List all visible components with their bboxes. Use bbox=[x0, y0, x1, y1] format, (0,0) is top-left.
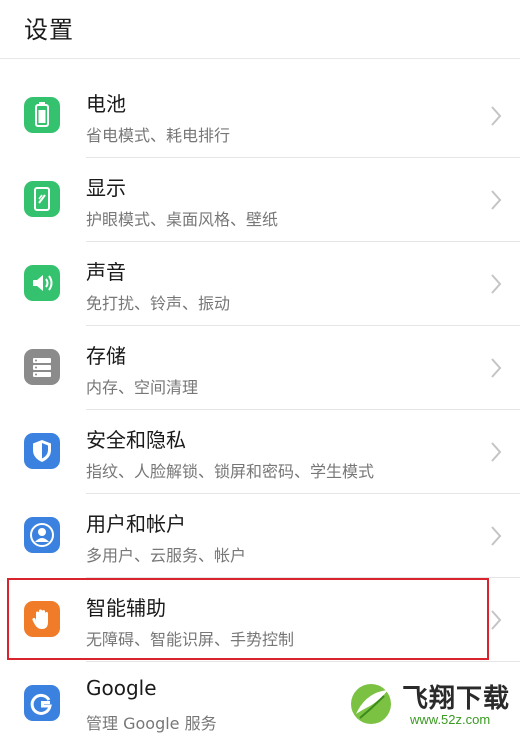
settings-item-subtitle: 护眼模式、桌面风格、壁纸 bbox=[86, 210, 279, 229]
settings-item-title: 存储 bbox=[86, 344, 126, 368]
watermark-url: www.52z.com bbox=[410, 712, 491, 727]
settings-item-sound[interactable]: 声音 免打扰、铃声、振动 bbox=[0, 242, 520, 326]
settings-item-subtitle: 省电模式、耗电排行 bbox=[86, 126, 231, 145]
settings-item-subtitle: 管理 Google 服务 bbox=[86, 714, 217, 733]
settings-item-title: 显示 bbox=[86, 176, 126, 200]
settings-item-storage[interactable]: 存储 内存、空间清理 bbox=[0, 326, 520, 410]
watermark-text: 飞翔下载 bbox=[402, 684, 511, 714]
settings-item-subtitle: 多用户、云服务、帐户 bbox=[86, 546, 247, 565]
settings-item-title: 用户和帐户 bbox=[86, 512, 186, 536]
page-title: 设置 bbox=[24, 16, 74, 44]
settings-item-title: 电池 bbox=[86, 92, 126, 116]
google-icon bbox=[24, 685, 60, 721]
settings-item-battery[interactable]: 电池 省电模式、耗电排行 bbox=[0, 74, 520, 158]
battery-icon bbox=[24, 97, 60, 133]
settings-item-subtitle: 免打扰、铃声、振动 bbox=[86, 294, 231, 313]
settings-item-security[interactable]: 安全和隐私 指纹、人脸解锁、锁屏和密码、学生模式 bbox=[0, 410, 520, 494]
chevron-right-icon bbox=[491, 274, 502, 294]
header-divider bbox=[0, 58, 520, 59]
user-icon bbox=[24, 517, 60, 553]
settings-item-subtitle: 指纹、人脸解锁、锁屏和密码、学生模式 bbox=[86, 462, 375, 481]
app-header: 设置 bbox=[0, 0, 520, 58]
settings-item-display[interactable]: 显示 护眼模式、桌面风格、壁纸 bbox=[0, 158, 520, 242]
settings-item-users-accounts[interactable]: 用户和帐户 多用户、云服务、帐户 bbox=[0, 494, 520, 578]
settings-item-title: 声音 bbox=[86, 260, 126, 284]
settings-item-title: Google bbox=[86, 676, 157, 700]
chevron-right-icon bbox=[491, 190, 502, 210]
chevron-right-icon bbox=[491, 526, 502, 546]
leaf-logo-icon bbox=[351, 684, 391, 724]
watermark-logo: 飞翔下载 www.52z.com bbox=[340, 672, 520, 735]
chevron-right-icon bbox=[491, 610, 502, 630]
chevron-right-icon bbox=[491, 358, 502, 378]
display-icon bbox=[24, 181, 60, 217]
shield-icon bbox=[24, 433, 60, 469]
chevron-right-icon bbox=[491, 106, 502, 126]
sound-icon bbox=[24, 265, 60, 301]
settings-item-title: 安全和隐私 bbox=[86, 428, 186, 452]
chevron-right-icon bbox=[491, 442, 502, 462]
storage-icon bbox=[24, 349, 60, 385]
settings-item-subtitle: 内存、空间清理 bbox=[86, 378, 199, 397]
highlight-box bbox=[7, 578, 489, 660]
